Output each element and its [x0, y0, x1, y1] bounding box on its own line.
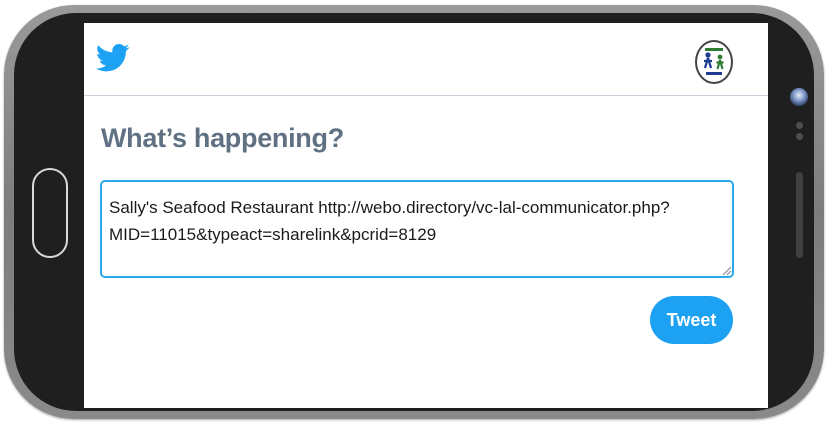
phone-screen: What’s happening? Sally's Seafood Restau…	[84, 23, 768, 408]
phone-home-button	[32, 168, 68, 258]
phone-camera-icon	[790, 88, 808, 106]
phone-side-button	[796, 172, 803, 258]
profile-avatar-icon[interactable]	[695, 40, 733, 84]
avatar-logo-icon	[698, 46, 730, 78]
tweet-button[interactable]: Tweet	[650, 296, 733, 344]
twitter-bird-icon[interactable]	[96, 43, 130, 73]
phone-sensor-icon	[796, 122, 803, 129]
phone-sensor-icon	[796, 133, 803, 140]
header-bar	[84, 23, 768, 96]
page: What’s happening? Sally's Seafood Restau…	[0, 0, 828, 423]
tweet-compose-input[interactable]: Sally's Seafood Restaurant http://webo.d…	[100, 180, 734, 278]
resize-grip-icon[interactable]	[721, 265, 732, 276]
compose-heading: What’s happening?	[101, 123, 344, 153]
